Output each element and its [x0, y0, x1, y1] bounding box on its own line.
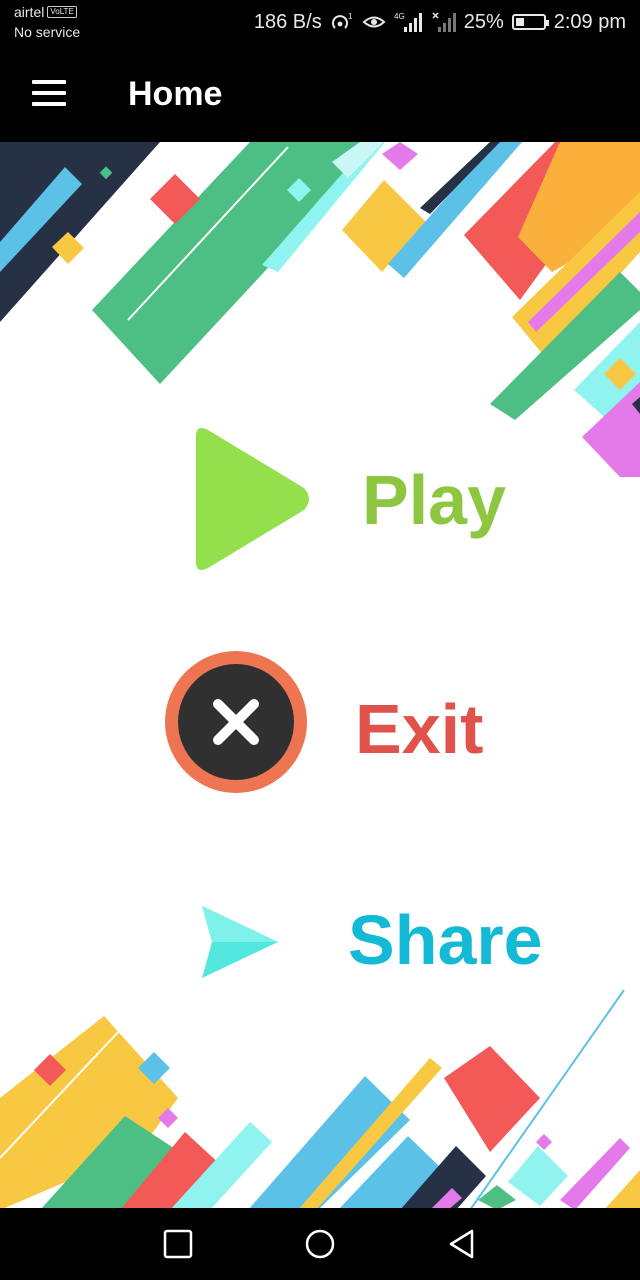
eye-icon: [362, 13, 386, 31]
exit-label: Exit: [355, 690, 484, 768]
triangle-back-icon[interactable]: [446, 1228, 478, 1260]
play-button[interactable]: Play: [0, 420, 640, 580]
service-status: No service: [14, 24, 81, 40]
volte-badge: VoLTE: [47, 6, 77, 18]
hamburger-menu-icon[interactable]: [32, 80, 68, 108]
carrier-label: airtel: [14, 4, 45, 20]
battery-icon: [511, 14, 549, 30]
play-label: Play: [362, 461, 506, 539]
play-icon: [196, 428, 309, 570]
send-icon: [202, 906, 278, 978]
hotspot-count: 1: [348, 12, 353, 21]
signal-4g-icon: 4G: [394, 11, 424, 33]
page-title: Home: [128, 75, 223, 113]
signal-no-sim-icon: [432, 11, 456, 33]
app-bar: Home: [0, 46, 640, 142]
navigation-bar: [0, 1208, 640, 1280]
network-type: 4G: [394, 12, 405, 21]
status-icons: 186 B/s 1 4G 25% 2:09 pm: [254, 10, 626, 34]
battery-percent: 25%: [463, 10, 504, 33]
circle-icon[interactable]: [304, 1228, 336, 1260]
status-bar: airtel VoLTE No service 186 B/s 1 4G 25%…: [0, 0, 640, 46]
exit-button[interactable]: Exit: [0, 645, 640, 800]
share-button[interactable]: Share: [0, 890, 640, 990]
bottom-decoration: [0, 989, 640, 1210]
hotspot-icon: 1: [330, 11, 354, 33]
share-label: Share: [348, 901, 543, 979]
square-icon[interactable]: [162, 1228, 194, 1260]
carrier-name: airtel VoLTE: [14, 4, 77, 20]
network-speed: 186 B/s: [253, 10, 322, 33]
close-circle-icon: [165, 651, 307, 793]
clock: 2:09 pm: [553, 10, 626, 33]
